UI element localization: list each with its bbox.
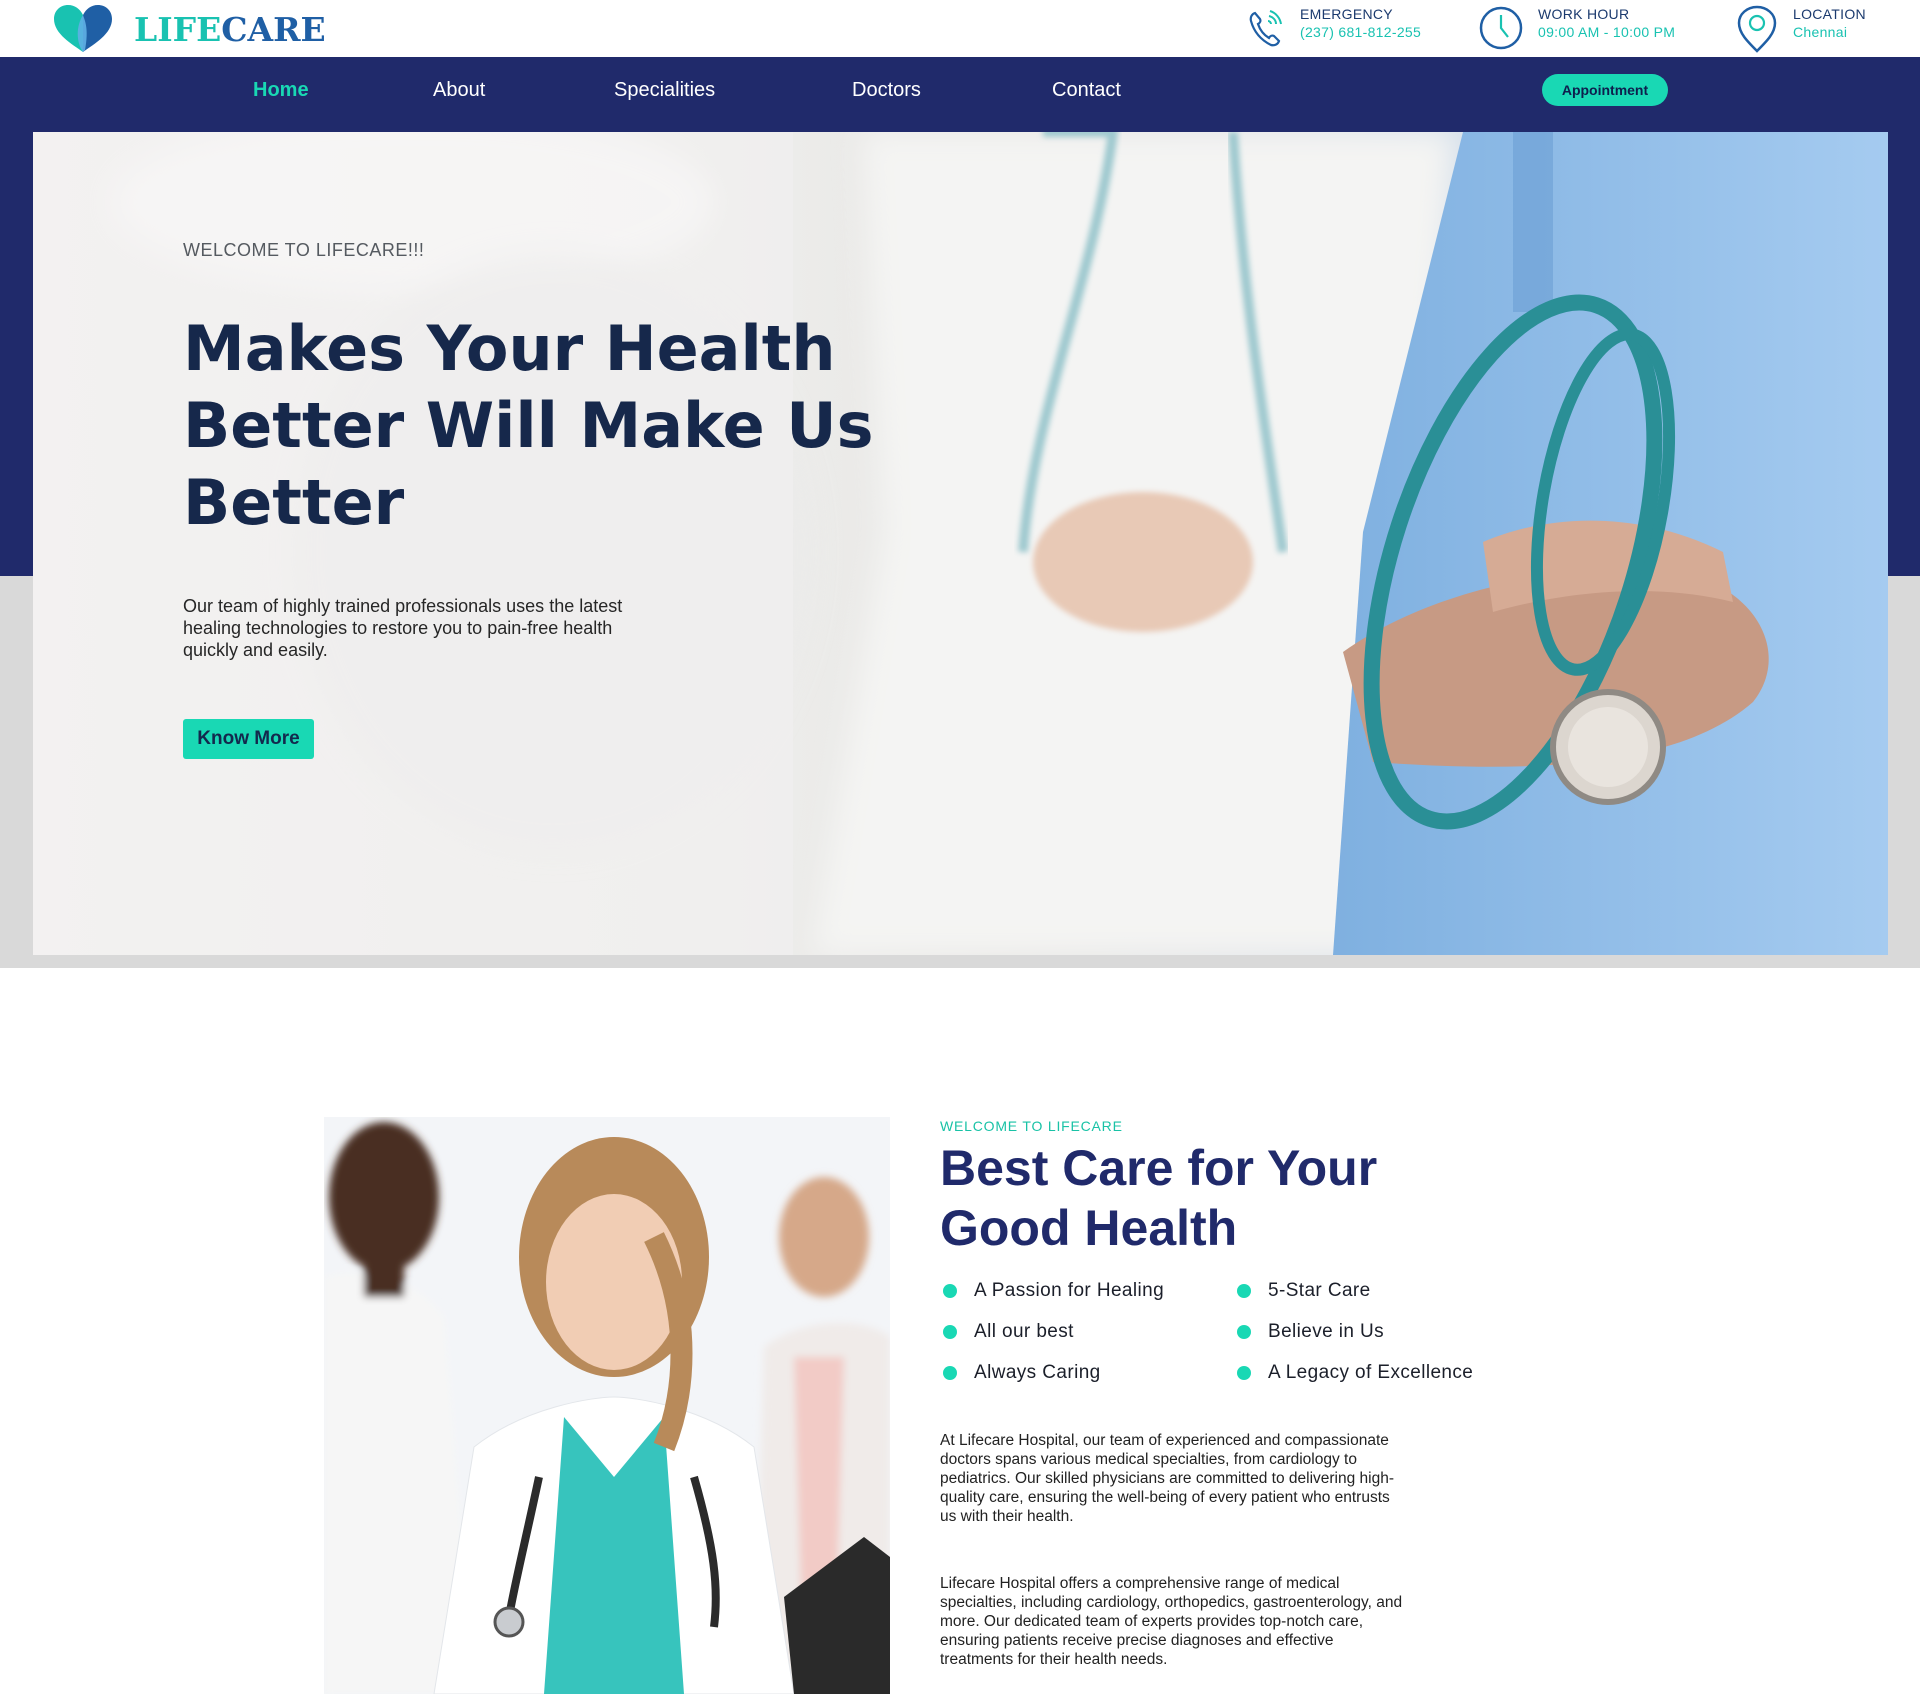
feature-item: A Legacy of Excellence: [1237, 1362, 1473, 1384]
about-title: Best Care for Your Good Health: [940, 1140, 1378, 1256]
doctors-team-photo: [324, 1117, 890, 1694]
feature-item: A Passion for Healing: [943, 1280, 1164, 1302]
nav-item-home[interactable]: Home: [253, 79, 309, 102]
nav-item-specialities[interactable]: Specialities: [614, 79, 715, 102]
nav-item-about[interactable]: About: [433, 79, 485, 102]
bullet-dot-icon: [1237, 1325, 1251, 1339]
about-kicker: WELCOME TO LIFECARE: [940, 1118, 1123, 1134]
feature-item: Always Caring: [943, 1362, 1101, 1384]
emergency-phone[interactable]: (237) 681-812-255: [1300, 23, 1421, 41]
appointment-button[interactable]: Appointment: [1542, 74, 1668, 106]
feature-label: Believe in Us: [1268, 1321, 1385, 1342]
work-hour-label: WORK HOUR: [1538, 6, 1630, 22]
emergency-label: EMERGENCY: [1300, 6, 1393, 22]
logo-wordmark: LIFECARE: [134, 10, 326, 49]
bullet-dot-icon: [1237, 1366, 1251, 1380]
about-paragraph-1: At Lifecare Hospital, our team of experi…: [940, 1432, 1395, 1525]
hero-welcome-text: WELCOME TO LIFECARE!!!: [183, 240, 425, 260]
know-more-button[interactable]: Know More: [183, 719, 314, 759]
location-info: LOCATION Chennai: [1735, 5, 1866, 53]
feature-item: Believe in Us: [1237, 1321, 1384, 1343]
feature-label: A Legacy of Excellence: [1268, 1362, 1474, 1383]
heart-logo-icon: [54, 5, 112, 52]
feature-label: All our best: [974, 1321, 1074, 1342]
work-hour-value: 09:00 AM - 10:00 PM: [1538, 24, 1676, 40]
bullet-dot-icon: [1237, 1284, 1251, 1298]
about-paragraph-2: Lifecare Hospital offers a comprehensive…: [940, 1575, 1403, 1668]
feature-label: 5-Star Care: [1268, 1280, 1371, 1301]
site-logo[interactable]: LIFECARE: [52, 4, 326, 54]
nav-item-doctors[interactable]: Doctors: [852, 79, 921, 102]
bullet-dot-icon: [943, 1325, 957, 1339]
feature-label: A Passion for Healing: [974, 1280, 1165, 1301]
feature-label: Always Caring: [974, 1362, 1101, 1383]
bullet-dot-icon: [943, 1366, 957, 1380]
phone-icon: [1249, 10, 1282, 47]
top-header: LIFECARE EMERGENCY (237) 681-812-255 WOR…: [0, 0, 1920, 57]
feature-item: All our best: [943, 1321, 1074, 1343]
nav-item-contact[interactable]: Contact: [1052, 79, 1121, 102]
location-value: Chennai: [1793, 24, 1848, 40]
hero-description: Our team of highly trained professionals…: [183, 596, 623, 660]
hero-title: Makes Your Health Better Will Make Us Be…: [183, 312, 874, 539]
map-pin-icon: [1737, 5, 1777, 53]
clock-icon: [1479, 6, 1523, 50]
bullet-dot-icon: [943, 1284, 957, 1298]
work-hour-info: WORK HOUR 09:00 AM - 10:00 PM: [1478, 5, 1675, 51]
logo-word-care: CARE: [221, 9, 326, 49]
feature-item: 5-Star Care: [1237, 1280, 1371, 1302]
emergency-info: EMERGENCY (237) 681-812-255: [1246, 5, 1421, 49]
doctors-team-illustration: [324, 1117, 890, 1694]
hero-banner: WELCOME TO LIFECARE!!! Makes Your Health…: [33, 132, 1888, 955]
location-label: LOCATION: [1793, 6, 1866, 22]
logo-word-life: LIFE: [134, 9, 222, 49]
